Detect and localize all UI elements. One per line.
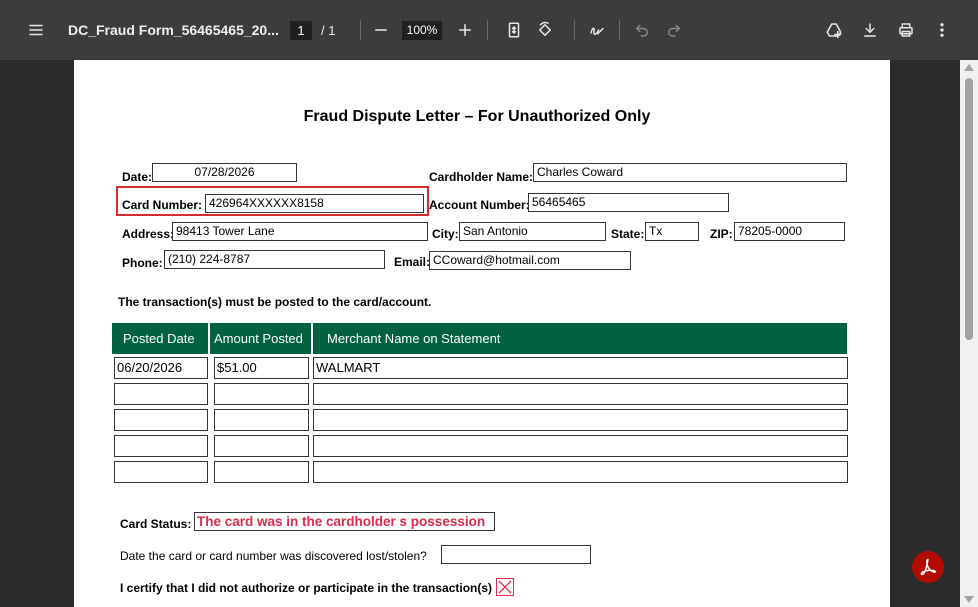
- print-icon: [899, 23, 913, 37]
- date-label: Date:: [122, 170, 153, 184]
- toolbar-divider: [360, 20, 361, 40]
- city-label: City:: [432, 227, 459, 241]
- phone-label: Phone:: [122, 256, 163, 270]
- more-options-button[interactable]: [928, 16, 956, 44]
- certify-checkbox[interactable]: [496, 578, 514, 596]
- page-number-input[interactable]: 1: [290, 20, 312, 40]
- redo-button[interactable]: [660, 16, 688, 44]
- zoom-in-button[interactable]: [451, 16, 479, 44]
- card-number-field[interactable]: 426964XXXXXX8158: [205, 194, 424, 213]
- discovered-label: Date the card or card number was discove…: [120, 549, 427, 563]
- cardholder-name-label: Cardholder Name:: [429, 170, 534, 184]
- state-field[interactable]: Tx: [645, 222, 699, 241]
- table-cell-amount-posted[interactable]: [214, 461, 309, 483]
- draw-icon: [590, 27, 604, 35]
- table-header-amount-posted: Amount Posted: [210, 323, 311, 354]
- table-header-merchant-name: Merchant Name on Statement: [313, 323, 847, 354]
- table-cell-amount-posted[interactable]: [214, 409, 309, 431]
- rotate-icon: [539, 21, 551, 36]
- table-cell-posted-date[interactable]: [114, 461, 208, 483]
- discovered-date-field[interactable]: [441, 545, 591, 564]
- card-status-field[interactable]: The card was in the cardholder s possess…: [194, 512, 495, 531]
- table-cell-merchant-name[interactable]: WALMART: [313, 357, 848, 379]
- address-field[interactable]: 98413 Tower Lane: [172, 222, 428, 241]
- add-to-drive-button[interactable]: [820, 16, 848, 44]
- table-cell-merchant-name[interactable]: [313, 461, 848, 483]
- download-button[interactable]: [856, 16, 884, 44]
- scroll-thumb[interactable]: [965, 78, 973, 340]
- city-field[interactable]: San Antonio: [459, 222, 606, 241]
- card-number-label: Card Number:: [122, 198, 203, 212]
- acrobat-icon: [920, 558, 937, 576]
- draw-button[interactable]: [583, 16, 611, 44]
- zip-field[interactable]: 78205-0000: [734, 222, 845, 241]
- table-cell-posted-date[interactable]: [114, 409, 208, 431]
- posted-note: The transaction(s) must be posted to the…: [118, 295, 432, 309]
- account-number-label: Account Number:: [429, 198, 530, 212]
- address-label: Address:: [122, 227, 175, 241]
- document-title: DC_Fraud Form_56465465_20...: [68, 22, 279, 38]
- redo-icon: [668, 24, 680, 37]
- undo-icon: [636, 24, 648, 37]
- table-cell-merchant-name[interactable]: [313, 383, 848, 405]
- zoom-out-button[interactable]: [367, 16, 395, 44]
- rotate-button[interactable]: [531, 16, 559, 44]
- table-cell-amount-posted[interactable]: $51.00: [214, 357, 309, 379]
- checked-x-icon: [498, 580, 512, 594]
- table-cell-merchant-name[interactable]: [313, 435, 848, 457]
- vertical-scrollbar[interactable]: [960, 60, 978, 607]
- pdf-toolbar: DC_Fraud Form_56465465_20... 1 / 1 100%: [0, 0, 978, 60]
- print-button[interactable]: [892, 16, 920, 44]
- menu-icon[interactable]: [22, 16, 50, 44]
- table-header-posted-date: Posted Date: [112, 323, 208, 354]
- cardholder-name-field[interactable]: Charles Coward: [533, 163, 847, 182]
- fit-page-icon: [508, 22, 520, 38]
- plus-icon: [459, 24, 471, 36]
- table-cell-posted-date[interactable]: [114, 383, 208, 405]
- form-title: Fraud Dispute Letter – For Unauthorized …: [303, 108, 651, 125]
- table-cell-merchant-name[interactable]: [313, 409, 848, 431]
- undo-button[interactable]: [628, 16, 656, 44]
- page-total: / 1: [321, 22, 336, 38]
- toolbar-divider: [574, 20, 575, 40]
- table-cell-posted-date[interactable]: 06/20/2026: [114, 357, 208, 379]
- table-cell-amount-posted[interactable]: [214, 435, 309, 457]
- fit-page-button[interactable]: [500, 16, 528, 44]
- date-field[interactable]: 07/28/2026: [152, 163, 297, 182]
- email-field[interactable]: CCoward@hotmail.com: [429, 251, 631, 270]
- minus-icon: [375, 29, 387, 31]
- table-cell-amount-posted[interactable]: [214, 383, 309, 405]
- certify-label: I certify that I did not authorize or pa…: [120, 581, 493, 595]
- drive-add-icon: [826, 23, 842, 39]
- scroll-down-arrow-icon[interactable]: [964, 596, 974, 603]
- pdf-page: Fraud Dispute Letter – For Unauthorized …: [74, 60, 890, 607]
- email-label: Email:: [394, 255, 431, 269]
- account-number-field[interactable]: 56465465: [528, 193, 729, 212]
- zip-label: ZIP:: [710, 227, 733, 241]
- toolbar-divider: [619, 20, 620, 40]
- acrobat-button[interactable]: [912, 551, 944, 583]
- state-label: State:: [611, 227, 645, 241]
- toolbar-divider: [487, 20, 488, 40]
- more-icon: [940, 23, 944, 37]
- scroll-up-arrow-icon[interactable]: [964, 64, 974, 71]
- download-icon: [864, 23, 876, 37]
- card-status-label: Card Status:: [120, 517, 192, 531]
- table-cell-posted-date[interactable]: [114, 435, 208, 457]
- phone-field[interactable]: (210) 224-8787: [164, 250, 385, 269]
- card-status-value: The card was in the cardholder s possess…: [197, 514, 486, 529]
- zoom-level-input[interactable]: 100%: [402, 20, 442, 40]
